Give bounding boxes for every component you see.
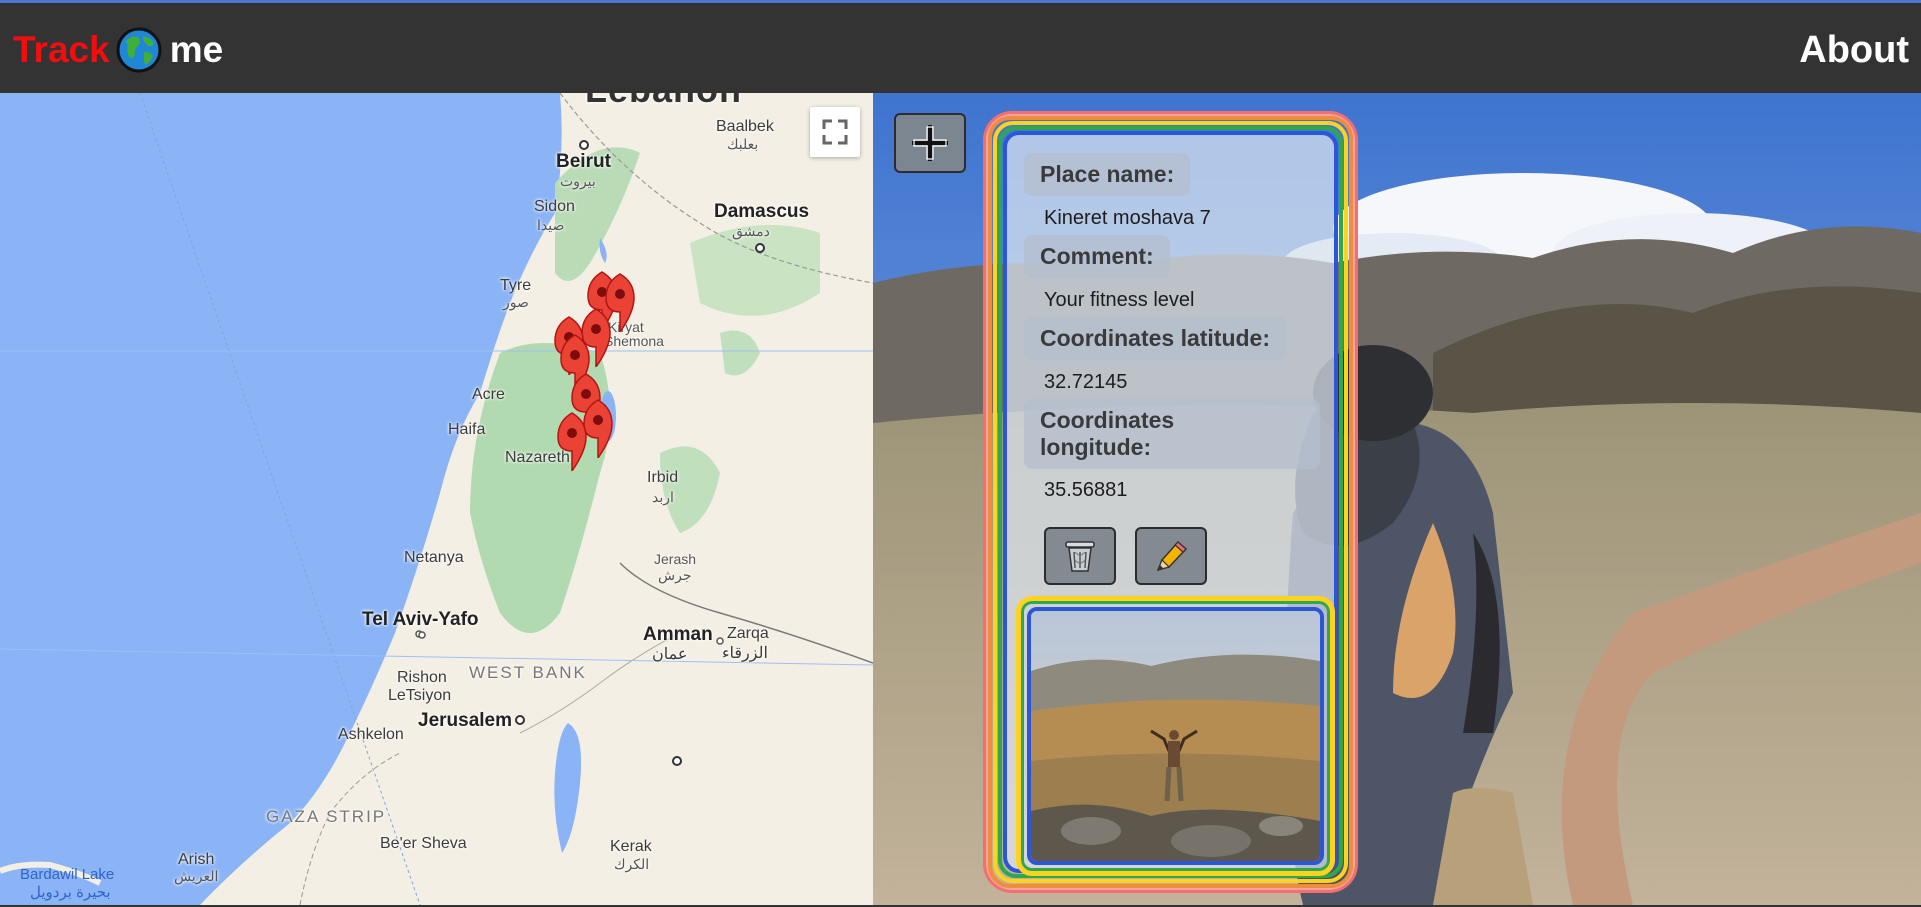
place-photo[interactable] (1027, 607, 1324, 865)
map-label-beirut-ar: بيروت (560, 173, 596, 189)
map-label-zarqa: Zarqa (727, 625, 769, 642)
map-fullscreen-button[interactable] (810, 107, 860, 157)
map-label-beer-sheva: Be'er Sheva (380, 835, 467, 852)
map-label-kerak: Kerak (610, 838, 652, 855)
brand-me-text: me (169, 29, 224, 70)
map-label-amman: Amman (643, 624, 713, 645)
globe-icon (116, 27, 162, 73)
map-label-tel-aviv: Tel Aviv-Yafo (362, 609, 479, 630)
map-label-baalbek: Baalbek (716, 118, 774, 135)
longitude-label-line2: longitude: (1040, 434, 1152, 460)
map-label-damascus-ar: دمشق (732, 223, 770, 239)
map-label-irbid-ar: اربد (652, 489, 674, 505)
fullscreen-icon (822, 119, 848, 145)
map-label-bardawil: Bardawil Lake (20, 866, 115, 883)
trash-icon (1065, 541, 1095, 572)
map-label-shemona: Shemona (604, 333, 664, 349)
map-label-ashkelon: Ashkelon (338, 726, 404, 743)
plus-icon (912, 125, 948, 161)
comment-value: Your fitness level (1044, 289, 1195, 311)
map-view[interactable]: Lebanon Baalbek بعلبك Beirut بيروت Damas… (0, 93, 873, 905)
map-label-amman-ar: عمان (652, 646, 688, 663)
map-label-sidon: Sidon (534, 198, 575, 215)
pencil-icon (1156, 540, 1188, 572)
map-label-tyre-ar: صور (503, 294, 529, 310)
map-label-jerash-ar: جرش (658, 567, 692, 583)
map-label-tyre: Tyre (500, 277, 532, 294)
delete-place-button[interactable] (1044, 527, 1116, 585)
place-name-label: Place name: (1024, 153, 1191, 196)
map-marker[interactable] (556, 411, 588, 471)
navbar: Track me About (0, 3, 1921, 93)
map-label-rishon: Rishon (397, 669, 447, 686)
map-label-sidon-ar: صيدا (537, 217, 565, 233)
map-label-netanya: Netanya (404, 549, 464, 566)
place-details-card: Place name: Kineret moshava 7 Comment: Y… (988, 116, 1353, 888)
brand-track-text: Track (13, 29, 110, 70)
map-label-baalbek-ar: بعلبك (727, 136, 759, 152)
map-label-west-bank: WEST BANK (469, 663, 587, 682)
add-place-button[interactable] (894, 113, 966, 173)
map-label-beirut: Beirut (556, 151, 611, 172)
map-label-irbid: Irbid (647, 469, 679, 486)
place-photo-frame (1016, 596, 1335, 876)
latitude-label: Coordinates latitude: (1024, 317, 1287, 360)
place-photo-image (1031, 611, 1320, 861)
map-label-lebanon: Lebanon (585, 93, 742, 111)
map-label-kerak-ar: الكرك (614, 856, 650, 872)
latitude-value: 32.72145 (1044, 371, 1128, 393)
map-label-haifa: Haifa (448, 421, 486, 438)
place-name-value: Kineret moshava 7 (1044, 207, 1211, 229)
longitude-label-line1: Coordinates (1040, 407, 1175, 433)
map-label-bardawil-ar: بحيرة بردويل (30, 884, 111, 901)
longitude-value: 35.56881 (1044, 479, 1128, 501)
brand-logo[interactable]: Track me (13, 25, 223, 75)
map-label-arish-ar: العريش (174, 868, 219, 884)
map-label-gaza-strip: GAZA STRIP (266, 807, 387, 826)
map-label-letsiyon: LeTsiyon (388, 687, 452, 704)
longitude-label: Coordinates longitude: (1024, 399, 1320, 469)
map-label-arish: Arish (178, 851, 215, 868)
map-label-jerash: Jerash (654, 551, 697, 567)
map-label-acre: Acre (472, 386, 505, 403)
map-label-zarqa-ar: الزرقاء (722, 645, 768, 662)
nav-about-link[interactable]: About (1799, 29, 1909, 72)
map-label-jerusalem: Jerusalem (418, 710, 513, 731)
edit-place-button[interactable] (1135, 527, 1207, 585)
comment-label: Comment: (1024, 235, 1170, 278)
map-label-damascus: Damascus (714, 201, 810, 222)
